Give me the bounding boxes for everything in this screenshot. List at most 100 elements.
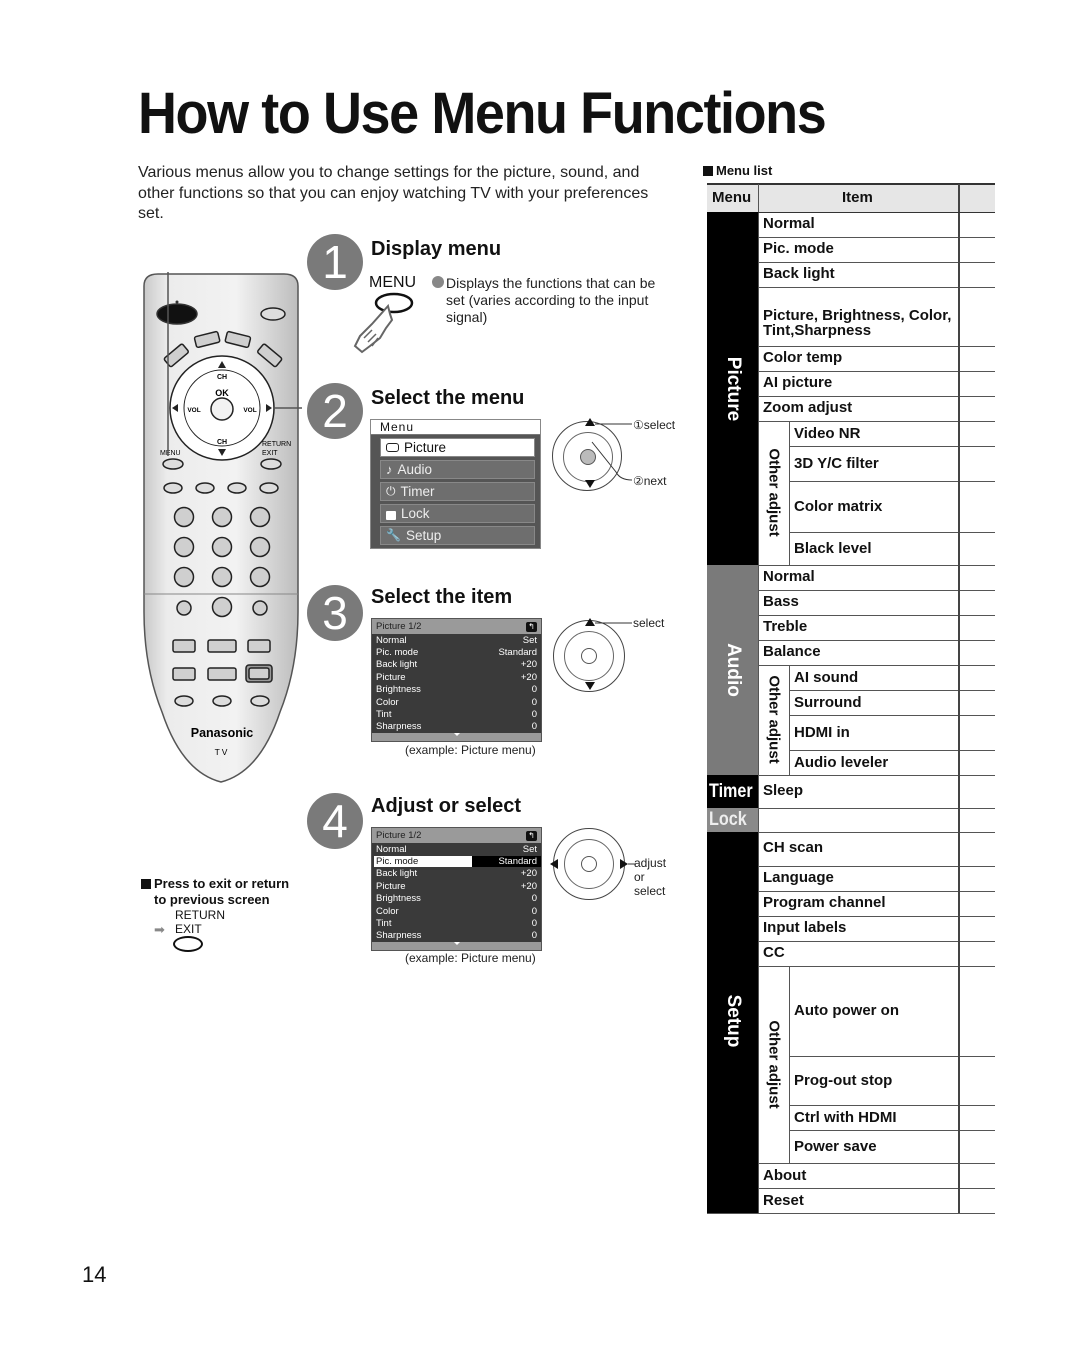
step-1-number: 1 (307, 234, 363, 290)
ok-label: OK (215, 388, 229, 398)
row-label: Normal (376, 634, 407, 646)
row-label: Tint (376, 709, 392, 721)
power-icon: ⏻ (386, 484, 396, 498)
row-label: Normal (376, 843, 407, 855)
wrench-icon: 🔧 (386, 528, 401, 542)
ch-down-label: CH (217, 439, 227, 446)
page-number: 14 (82, 1262, 107, 1287)
row-value: +20 (520, 868, 537, 880)
menu-row[interactable]: Picture +20 (372, 671, 541, 683)
menu-list-subitem: 3D Y/C filter (794, 454, 879, 472)
menu-item-setup[interactable]: 🔧 Setup (380, 526, 535, 545)
menu-row[interactable]: Tint 0 (372, 917, 541, 929)
menu-list-subitem: Surround (794, 693, 862, 711)
row-value: 0 (531, 709, 537, 721)
hand-pressing-menu-icon (353, 292, 414, 354)
row-value: 0 (531, 905, 537, 917)
tv-icon (386, 443, 399, 452)
exit-note-line1: Press to exit or return (154, 876, 290, 891)
row-value: Standard (472, 856, 541, 868)
menu-item-picture[interactable]: Picture (380, 438, 535, 457)
hint-adjust-or-select: adjust or select (634, 856, 667, 898)
menu-row[interactable]: Sharpness 0 (372, 930, 541, 942)
menu-item-audio[interactable]: ♪ Audio (380, 460, 535, 479)
screen-title: Picture 1/2 (376, 621, 422, 632)
exit-note-line2: to previous screen (154, 892, 270, 907)
main-menu-screen: Menu Picture ♪ Audio ⏻ Timer Lock 🔧 Setup (370, 419, 541, 549)
step-2-title: Select the menu (371, 387, 525, 409)
row-label: Pic. mode (376, 647, 419, 659)
row-label: Picture (376, 671, 406, 683)
row-label: Color (376, 905, 399, 917)
row-label: Brightness (376, 893, 421, 905)
menu-list-item: Back light (763, 264, 835, 282)
menu-row[interactable]: Color 0 (372, 905, 541, 917)
category-label: Picture (723, 356, 744, 422)
step-3-caption: (example: Picture menu) (405, 743, 536, 757)
return-exit-button-label: RETURN EXIT (175, 908, 225, 936)
picture-menu-screen-step4: Picture 1/2 ↰ Normal Set Pic. mode Standard B… (371, 827, 542, 952)
brand-logo: Panasonic (191, 726, 254, 740)
row-label: Pic. mode (374, 856, 472, 868)
hint-next: ②next (633, 474, 667, 488)
return-icon: ↰ (526, 830, 537, 841)
row-value: +20 (520, 880, 537, 892)
step-4-number: 4 (307, 793, 363, 849)
screen-title: Picture 1/2 (376, 830, 422, 841)
menu-list-item: Color temp (763, 348, 843, 366)
menu-row[interactable]: Brightness 0 (372, 893, 541, 905)
arrow-right-icon: ➡ (154, 922, 165, 937)
row-divider (789, 715, 995, 716)
menu-row[interactable]: Pic. mode Standard (372, 855, 541, 868)
menu-list-item: Bass (763, 592, 799, 610)
picture-menu-screen-step3: Picture 1/2 ↰ Normal Set Pic. mode Standard B… (371, 618, 542, 743)
dpad-pointer-lines-step4 (550, 859, 636, 869)
menu-label: MENU (160, 450, 181, 457)
menu-row[interactable]: Picture +20 (372, 880, 541, 892)
other-adjust-divider (789, 966, 790, 1163)
vol-right-label: VOL (243, 407, 256, 414)
step-4-caption: (example: Picture menu) (405, 951, 536, 965)
menu-row[interactable]: Back light +20 (372, 868, 541, 880)
vol-left-label: VOL (187, 407, 200, 414)
category-label: Timer (709, 780, 753, 802)
other-adjust-divider (789, 665, 790, 775)
row-label: Sharpness (376, 721, 422, 733)
step-4-title: Adjust or select (371, 795, 522, 817)
menu-item-timer[interactable]: ⏻ Timer (380, 482, 535, 501)
menu-list-subitem: Power save (794, 1137, 877, 1155)
menu-list-subitem: HDMI in (794, 723, 850, 741)
row-value: 0 (531, 930, 537, 942)
menu-row[interactable]: Brightness 0 (372, 684, 541, 696)
menu-row[interactable]: Color 0 (372, 696, 541, 708)
row-value: 0 (531, 721, 537, 733)
row-label: Color (376, 696, 399, 708)
row-divider (789, 1056, 995, 1057)
exit-label: EXIT (262, 450, 278, 457)
row-value: 0 (531, 918, 537, 930)
square-bullet-icon (141, 879, 151, 889)
menu-list-subitem: Auto power on (794, 1002, 899, 1019)
row-label: Picture (376, 880, 406, 892)
menu-list-heading: Menu list (716, 163, 773, 178)
menu-row[interactable]: Pic. mode Standard (372, 646, 541, 658)
menu-list-item: Input labels (763, 918, 847, 936)
menu-item-lock[interactable]: Lock (380, 504, 535, 523)
menu-list-item: Program channel (763, 893, 886, 911)
other-adjust-label: Other adjust (765, 675, 782, 764)
menu-list-subitem: Video NR (794, 424, 861, 442)
menu-row[interactable]: Normal Set (372, 634, 541, 646)
menu-list-item: Reset (763, 1191, 804, 1209)
step-3-title: Select the item (371, 586, 513, 608)
page-title: How to Use Menu Functions (138, 81, 827, 146)
header-menu: Menu (712, 189, 752, 206)
menu-list-subitem: AI sound (794, 668, 859, 686)
lock-icon (386, 510, 396, 520)
row-value: Set (522, 843, 537, 855)
menu-row[interactable]: Tint 0 (372, 708, 541, 720)
menu-row[interactable]: Back light +20 (372, 659, 541, 671)
menu-row[interactable]: Sharpness 0 (372, 721, 541, 733)
row-label: Brightness (376, 684, 421, 696)
row-label: Sharpness (376, 930, 422, 942)
menu-row[interactable]: Normal Set (372, 843, 541, 855)
